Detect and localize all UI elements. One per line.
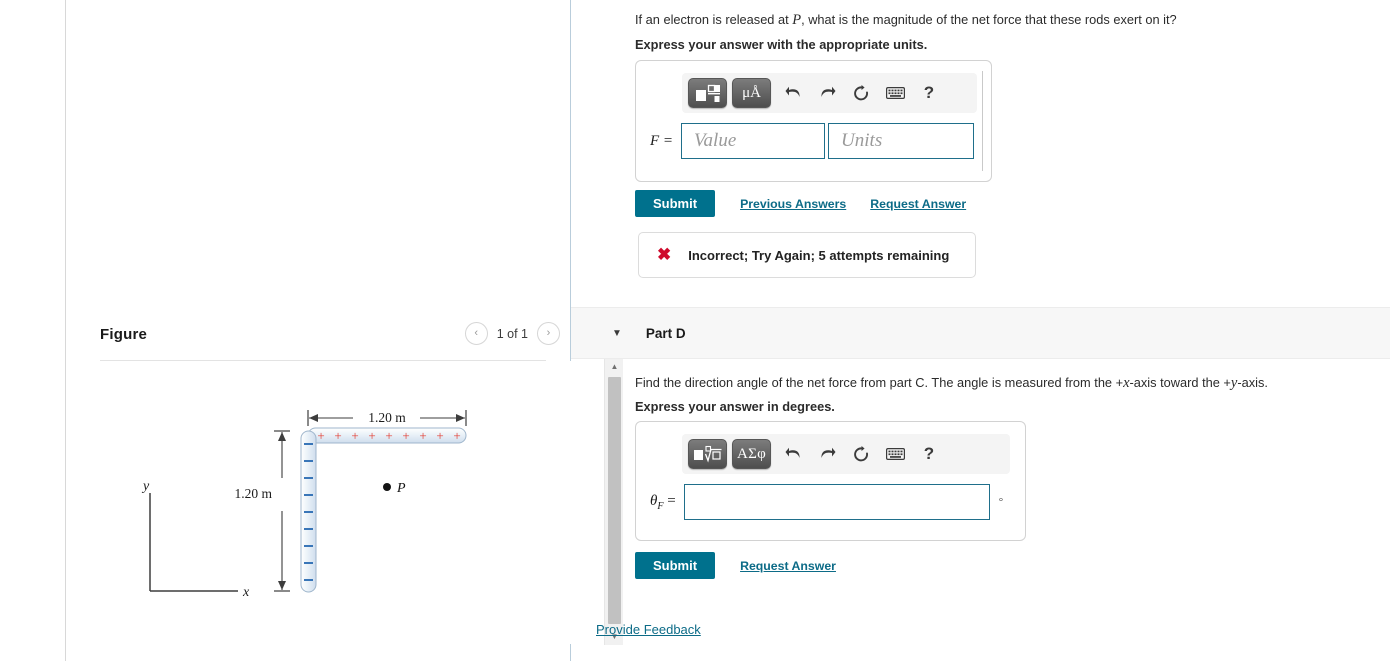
part-c-prompt: If an electron is released at P, what is… xyxy=(635,10,1177,31)
figure-body: 1.20 m + + + + + + + + + 1.20 m P y x xyxy=(100,361,578,644)
degree-symbol: ° xyxy=(998,496,1004,508)
part-c-answer-box: μÅ ? F = Value Units xyxy=(635,60,992,182)
template-fraction-button[interactable] xyxy=(688,78,727,108)
chevron-right-icon: › xyxy=(546,327,551,339)
vertical-dimension: 1.20 m xyxy=(234,430,290,592)
force-value-input[interactable] xyxy=(681,123,826,159)
horizontal-dimension-label: 1.20 m xyxy=(368,410,406,425)
units-button[interactable]: μÅ xyxy=(732,78,771,108)
part-c-previous-answers-link[interactable]: Previous Answers xyxy=(740,197,846,211)
theta-value-input[interactable] xyxy=(683,484,990,520)
svg-text:+: + xyxy=(453,428,460,443)
svg-text:+: + xyxy=(317,428,324,443)
reset-icon[interactable] xyxy=(844,78,878,108)
x-mark-icon: ✖ xyxy=(657,245,672,264)
part-c-prompt-pre: If an electron is released at xyxy=(635,12,793,27)
redo-arrow-icon xyxy=(820,86,835,97)
help-icon[interactable]: ? xyxy=(912,439,946,469)
svg-text:+: + xyxy=(368,428,375,443)
undo-icon[interactable] xyxy=(776,439,810,469)
collapse-caret-icon[interactable]: ▼ xyxy=(612,328,622,339)
part-c-feedback-banner: ✖ Incorrect; Try Again; 5 attempts remai… xyxy=(638,232,976,278)
svg-text:+: + xyxy=(334,428,341,443)
figure-next-button[interactable]: › xyxy=(537,322,560,345)
part-d-prompt-pre: Find the direction angle of the net forc… xyxy=(635,375,1124,390)
figure-pane: Figure ‹ 1 of 1 › 1.20 m + + + + + + + +… xyxy=(66,0,623,661)
svg-text:+: + xyxy=(351,428,358,443)
keyboard-icon[interactable] xyxy=(878,78,912,108)
figure-pager: ‹ 1 of 1 › xyxy=(464,322,560,345)
force-units-input[interactable] xyxy=(828,123,975,159)
provide-feedback-link[interactable]: Provide Feedback xyxy=(596,622,701,637)
horizontal-dimension: 1.20 m xyxy=(307,410,467,426)
redo-icon[interactable] xyxy=(810,439,844,469)
part-c-express-instruction: Express your answer with the appropriate… xyxy=(635,37,928,52)
figure-counter: 1 of 1 xyxy=(496,326,528,341)
keyboard-icon[interactable] xyxy=(878,439,912,469)
part-c-request-answer-link[interactable]: Request Answer xyxy=(870,197,966,211)
part-c-toolbar: μÅ ? xyxy=(682,73,977,113)
part-c-action-row: Submit Previous Answers Request Answer xyxy=(635,190,966,217)
svg-text:+: + xyxy=(385,428,392,443)
figure-title: Figure xyxy=(100,326,148,343)
horizontal-rod: + + + + + + + + + xyxy=(307,427,467,444)
part-d-prompt-post: -axis. xyxy=(1237,375,1268,390)
part-c-submit-button[interactable]: Submit xyxy=(635,190,716,217)
part-c-prompt-variable: P xyxy=(792,12,802,28)
reset-circular-arrow-icon xyxy=(853,84,868,100)
reset-circular-arrow-icon xyxy=(853,445,868,461)
figure-prev-button[interactable]: ‹ xyxy=(464,322,488,345)
page-root: Figure ‹ 1 of 1 › 1.20 m + + + + + + + +… xyxy=(0,0,1390,661)
on-screen-keyboard-icon xyxy=(885,87,905,99)
part-c-prompt-post: , what is the magnitude of the net force… xyxy=(801,12,1177,27)
part-d-express-instruction: Express your answer in degrees. xyxy=(635,399,835,414)
template-radical-icon xyxy=(693,445,721,463)
force-field-label: F = xyxy=(650,132,674,149)
redo-arrow-icon xyxy=(820,447,835,458)
theta-equals: = xyxy=(663,492,676,509)
svg-text:+: + xyxy=(419,428,426,443)
feedback-text: Incorrect; Try Again; 5 attempts remaini… xyxy=(688,247,950,263)
part-d-prompt-mid: -axis toward the + xyxy=(1129,375,1231,390)
on-screen-keyboard-icon xyxy=(885,448,905,460)
svg-text:+: + xyxy=(436,428,443,443)
question-pane: If an electron is released at P, what is… xyxy=(571,0,1390,661)
help-icon[interactable]: ? xyxy=(912,78,946,108)
redo-icon[interactable] xyxy=(810,78,844,108)
part-d-answer-box: ΑΣφ ? θF = ° xyxy=(635,421,1026,541)
axis-x-label: x xyxy=(242,585,250,600)
template-fraction-icon xyxy=(695,84,720,102)
vertical-rod xyxy=(300,430,317,593)
physics-diagram: 1.20 m + + + + + + + + + 1.20 m P y x xyxy=(141,410,467,600)
part-d-action-row: Submit Request Answer xyxy=(635,552,836,579)
template-radical-button[interactable] xyxy=(688,439,727,469)
part-c-field-row: F = xyxy=(650,123,975,159)
vertical-dimension-label: 1.20 m xyxy=(234,486,272,501)
point-p-marker: P xyxy=(383,481,406,496)
part-d-header[interactable]: ▼ Part D xyxy=(571,307,1390,359)
figure-header: Figure ‹ 1 of 1 › xyxy=(100,322,560,358)
greek-symbols-button[interactable]: ΑΣφ xyxy=(732,439,771,469)
chevron-left-icon: ‹ xyxy=(474,327,479,339)
part-d-submit-button[interactable]: Submit xyxy=(635,552,716,579)
undo-arrow-icon xyxy=(785,447,800,458)
point-p-label: P xyxy=(396,481,406,496)
axis-y-label: y xyxy=(141,479,150,494)
undo-icon[interactable] xyxy=(776,78,810,108)
answer-box-divider xyxy=(982,71,983,171)
reset-icon[interactable] xyxy=(844,439,878,469)
svg-text:+: + xyxy=(402,428,409,443)
part-d-toolbar: ΑΣφ ? xyxy=(682,434,1010,474)
theta-field-label: θF = xyxy=(650,493,676,512)
part-d-title: Part D xyxy=(645,325,686,341)
part-d-request-answer-link[interactable]: Request Answer xyxy=(740,559,836,573)
undo-arrow-icon xyxy=(785,86,800,97)
part-d-prompt: Find the direction angle of the net forc… xyxy=(635,373,1268,394)
part-d-field-row: θF = ° xyxy=(650,484,1003,520)
